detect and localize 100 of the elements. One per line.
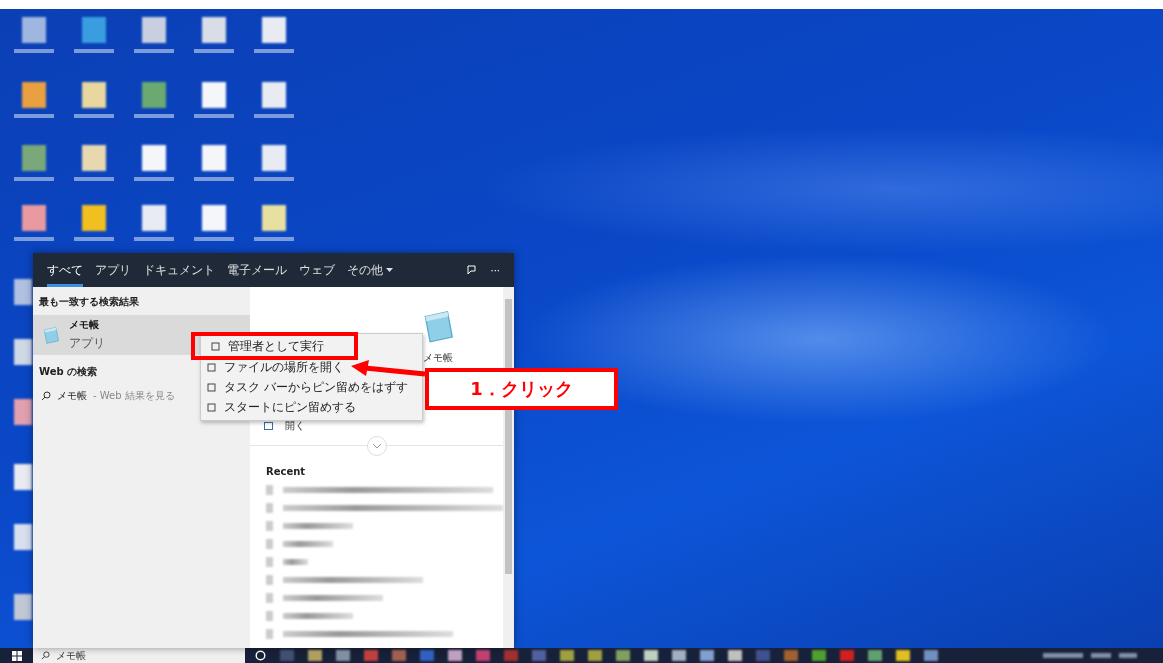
more-button[interactable]: ··· [490,264,500,276]
feedback-icon[interactable] [466,264,479,276]
taskbar-app-icon[interactable] [812,650,826,661]
desktop-icon[interactable] [262,205,286,231]
scrollbar[interactable] [503,287,514,648]
taskbar-app-icon[interactable] [784,650,798,661]
blurred-label [134,177,174,181]
taskbar-app-icon[interactable] [840,650,854,661]
taskbar-app-icon[interactable] [392,650,406,661]
desktop-icon[interactable] [142,82,166,108]
chevron-down-icon [371,443,382,449]
blurred-label [134,49,174,53]
filter-tab[interactable]: ドキュメント [143,253,215,287]
app-name: メモ帳 [69,318,100,332]
desktop-icon[interactable] [14,524,32,550]
taskbar-app-icon[interactable] [504,650,518,661]
desktop-icon[interactable] [14,594,32,620]
section-heading: 最も一致する検索結果 [39,295,139,309]
desktop-icon[interactable] [82,145,106,171]
taskbar-app-icon[interactable] [336,650,350,661]
taskbar-app-icon[interactable] [532,650,546,661]
blurred-file-name[interactable] [283,559,308,565]
blurred-label [74,237,114,241]
circle-icon[interactable] [255,650,266,661]
desktop-icon[interactable] [262,82,286,108]
desktop-icon[interactable] [202,205,226,231]
taskbar-app-icon[interactable] [868,650,882,661]
desktop-icon[interactable] [202,145,226,171]
blurred-file-name[interactable] [283,523,353,529]
filter-tab[interactable]: アプリ [95,253,131,287]
desktop-icon[interactable] [14,464,32,490]
blurred-file-name[interactable] [283,613,353,619]
desktop-icon[interactable] [202,17,226,43]
desktop-icon[interactable] [22,82,46,108]
filter-tab[interactable]: 電子メール [227,253,287,287]
desktop-icon[interactable] [22,17,46,43]
blurred-label [254,177,294,181]
taskbar-app-icon[interactable] [476,650,490,661]
blurred-label [134,114,174,118]
desktop-icon[interactable] [202,82,226,108]
desktop-icon[interactable] [14,279,32,305]
search-icon [41,391,51,401]
blurred-label [14,177,54,181]
blurred-file-name[interactable] [283,577,423,583]
desktop-icon[interactable] [142,205,166,231]
taskbar-app-icon[interactable] [588,650,602,661]
desktop-icon[interactable] [14,399,32,425]
taskbar-app-icon[interactable] [924,650,938,661]
desktop-icon[interactable] [22,145,46,171]
blurred-file-name[interactable] [283,631,453,637]
desktop-icon[interactable] [142,17,166,43]
desktop-icon[interactable] [82,17,106,43]
callout-label: 1．クリック [425,368,618,410]
taskbar-app-icon[interactable] [728,650,742,661]
taskbar-app-icon[interactable] [364,650,378,661]
blurred-label [134,237,174,241]
menu-item[interactable]: ファイルの場所を開く [201,357,350,377]
desktop-icon[interactable] [82,82,106,108]
blurred-file-name[interactable] [283,487,493,493]
search-icon [41,651,50,660]
blurred-file-name[interactable] [283,505,503,511]
open-action[interactable]: 開く [285,419,305,433]
blurred-label [194,177,234,181]
blurred-file-name[interactable] [283,541,333,547]
desktop-icon[interactable] [22,205,46,231]
notepad-icon [41,325,61,345]
taskbar-app-icon[interactable] [308,650,322,661]
taskbar-app-icon[interactable] [560,650,574,661]
desktop-icon[interactable] [262,145,286,171]
taskbar-app-icon[interactable] [700,650,714,661]
blurred-label [14,49,54,53]
section-heading: Web の検索 [39,365,98,379]
menu-item[interactable]: タスク バーからピン留めをはずす [201,377,414,397]
expand-button[interactable] [366,436,387,456]
desktop-icon[interactable] [14,339,32,365]
filter-tab[interactable]: その他 [347,253,393,287]
app-name: メモ帳 [422,351,453,365]
taskbar-app-icon[interactable] [896,650,910,661]
taskbar-app-icon[interactable] [420,650,434,661]
blurred-file-name[interactable] [283,595,383,601]
menu-item[interactable]: スタートにピン留めする [201,397,362,417]
taskbar-search-field[interactable]: メモ帳 [33,648,245,663]
desktop-icon[interactable] [262,17,286,43]
taskbar-app-icon[interactable] [448,650,462,661]
taskbar-app-icon[interactable] [644,650,658,661]
taskbar-app-icon[interactable] [616,650,630,661]
blurred-label [74,49,114,53]
menu-item[interactable]: 管理者として実行 [191,332,358,360]
taskbar-app-icon[interactable] [756,650,770,661]
web-search-query[interactable]: メモ帳 [57,389,87,403]
window-icon [264,422,273,430]
blurred-label [194,49,234,53]
desktop-icon[interactable] [142,145,166,171]
blurred-label [194,237,234,241]
desktop-icon[interactable] [82,205,106,231]
blurred-label [14,237,54,241]
taskbar-app-icon[interactable] [280,650,294,661]
taskbar-app-icon[interactable] [672,650,686,661]
blurred-label [74,114,114,118]
filter-tab[interactable]: ウェブ [299,253,335,287]
